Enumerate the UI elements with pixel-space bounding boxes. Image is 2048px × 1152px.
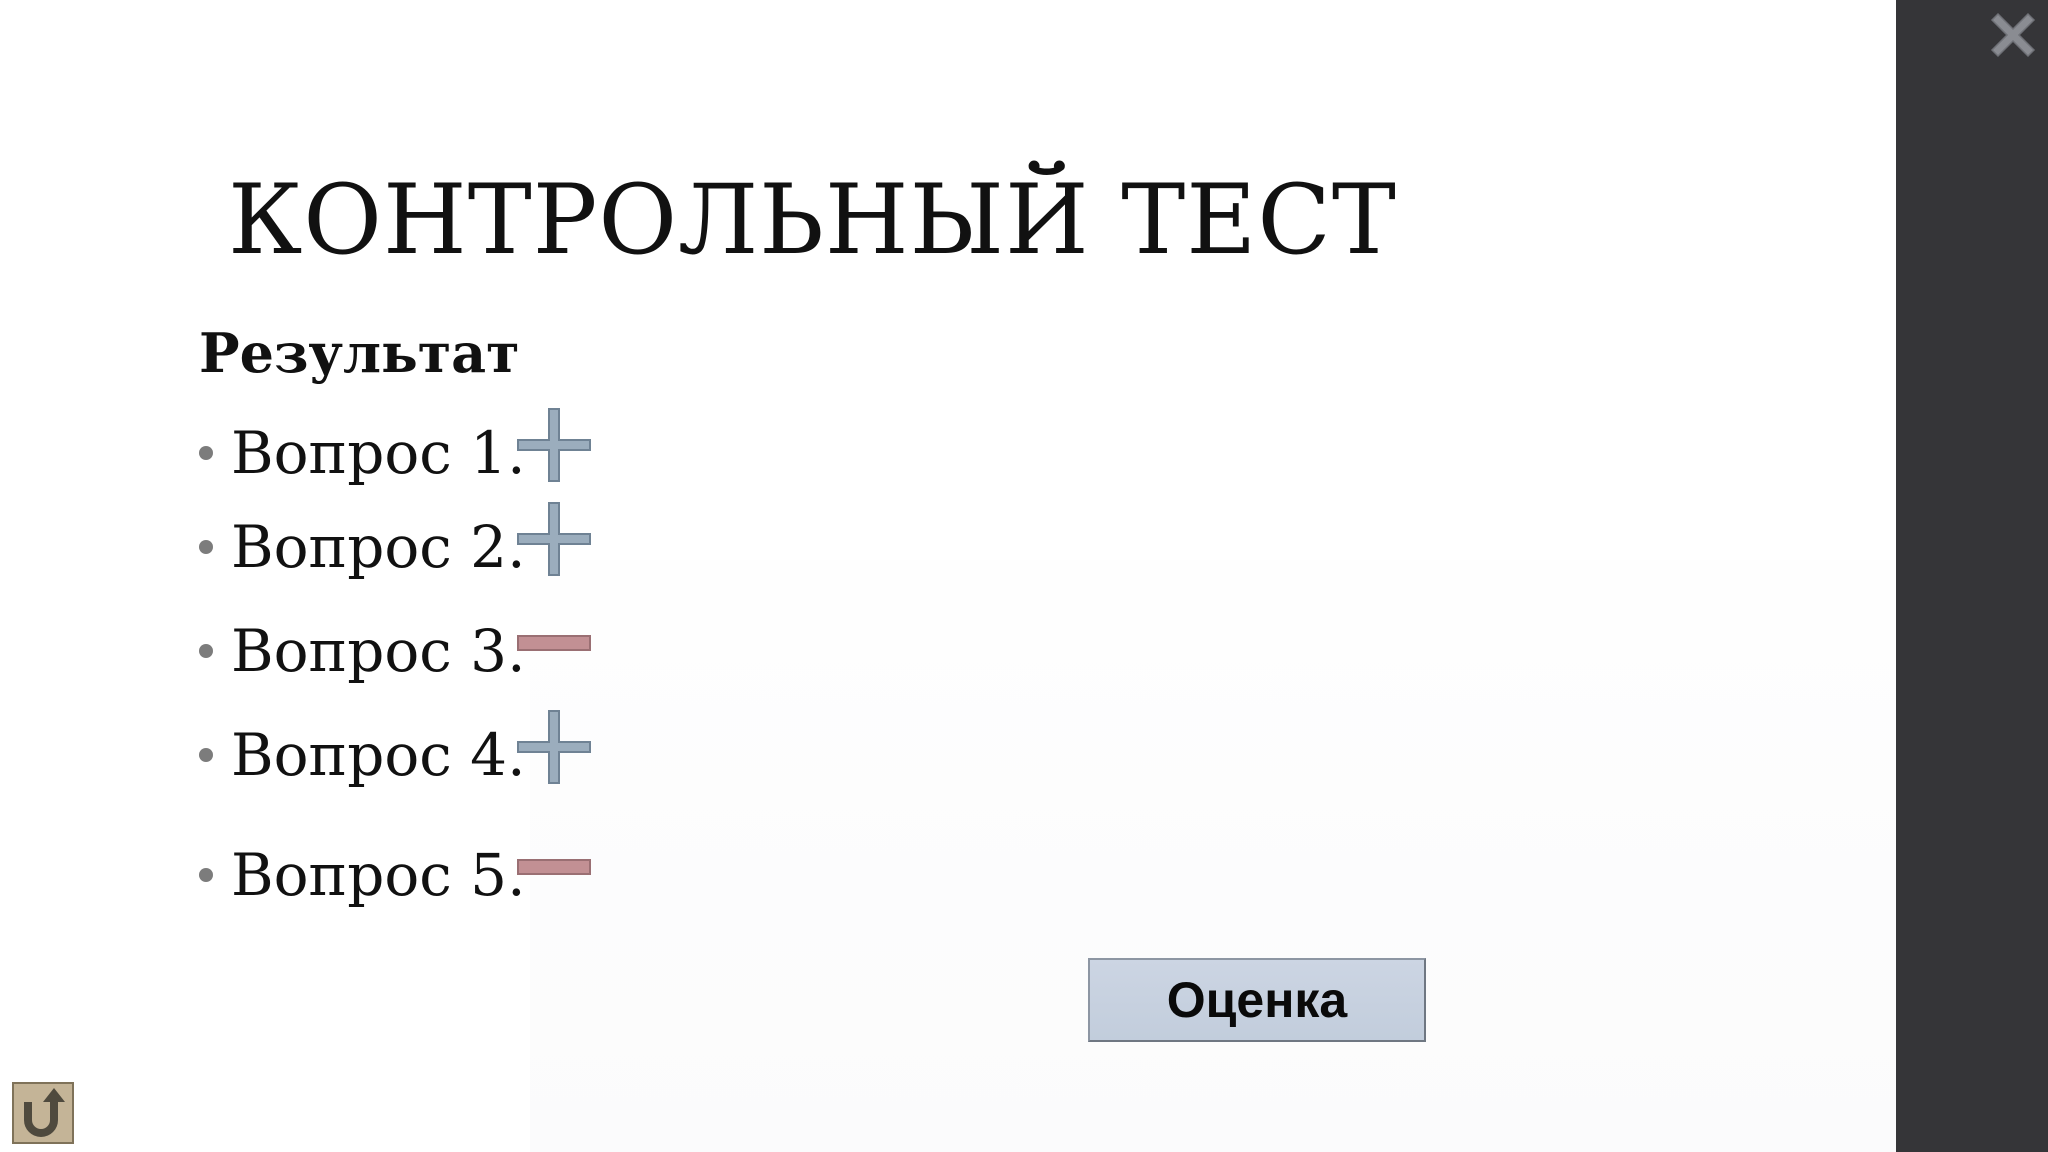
minus-icon (517, 859, 591, 875)
plus-icon (517, 502, 591, 576)
back-button[interactable] (12, 1082, 74, 1144)
result-heading: Результат (199, 321, 520, 385)
question-label: Вопрос 5. (231, 841, 526, 909)
slide: КОНТРОЛЬНЫЙ ТЕСТ Результат Вопрос 1. Воп… (0, 0, 1896, 1152)
plus-icon (517, 710, 591, 784)
minus-icon (517, 635, 591, 651)
presentation-window: КОНТРОЛЬНЫЙ ТЕСТ Результат Вопрос 1. Воп… (0, 0, 2048, 1152)
undo-arrow-icon (24, 1088, 65, 1137)
question-row-4: Вопрос 4. (199, 710, 619, 800)
question-row-1: Вопрос 1. (199, 408, 619, 498)
slide-title: КОНТРОЛЬНЫЙ ТЕСТ (228, 164, 1397, 276)
bullet-icon (199, 868, 213, 882)
bullet-icon (199, 540, 213, 554)
question-row-5: Вопрос 5. (199, 830, 619, 920)
side-panel (1896, 0, 2048, 1152)
bullet-icon (199, 446, 213, 460)
question-label: Вопрос 3. (231, 617, 526, 685)
question-row-3: Вопрос 3. (199, 606, 619, 696)
bullet-icon (199, 748, 213, 762)
slide-background-shade (530, 560, 1896, 1152)
evaluate-button[interactable]: Оценка (1088, 958, 1426, 1042)
question-label: Вопрос 1. (231, 419, 526, 487)
question-label: Вопрос 2. (231, 513, 526, 581)
plus-icon (517, 408, 591, 482)
question-label: Вопрос 4. (231, 721, 526, 789)
question-row-2: Вопрос 2. (199, 502, 619, 592)
bullet-icon (199, 644, 213, 658)
close-icon[interactable] (1988, 10, 2038, 60)
